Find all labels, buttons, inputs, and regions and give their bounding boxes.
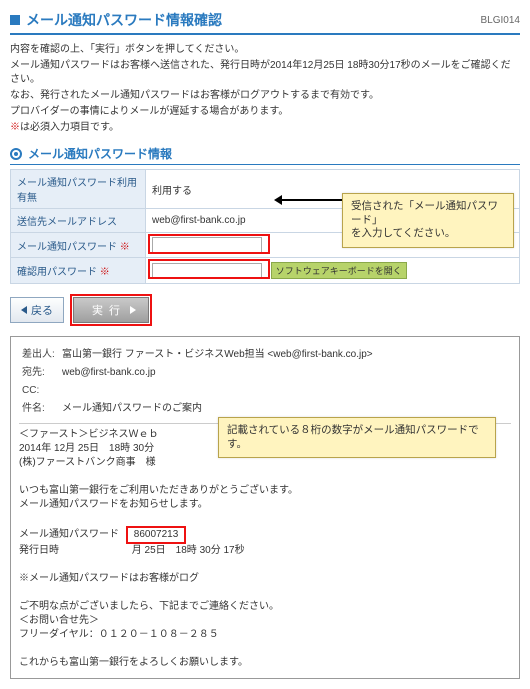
intro-line: は必須入力項目です。	[20, 122, 119, 133]
chevron-left-icon	[21, 306, 27, 314]
required-mark: ※	[100, 267, 110, 278]
arrow-icon	[280, 199, 342, 201]
mail-preview: 差出人:富山第一銀行 ファースト・ビジネスWeb担当 <web@first-ba…	[10, 336, 520, 679]
page-title: メール通知パスワード情報確認	[26, 10, 222, 30]
title-marker-icon	[10, 15, 20, 25]
back-label: 戻る	[31, 302, 53, 318]
callout-input-instruction: 受信された「メール通知パスワード」 を入力してください。	[342, 193, 514, 248]
mail-header: 差出人:富山第一銀行 ファースト・ビジネスWeb担当 <web@first-ba…	[19, 345, 511, 419]
bullet-icon	[10, 148, 22, 160]
intro-line: なお、発行されたメール通知パスワードはお客様がログアウトするまで有効です。	[10, 90, 379, 101]
row-header: メール通知パスワード利用有無	[11, 170, 146, 209]
intro-text: 内容を確認の上、「実行」ボタンを押してください。 メール通知パスワードはお客様へ…	[10, 43, 520, 135]
section-title: メール通知パスワード情報	[28, 145, 172, 162]
back-button[interactable]: 戻る	[10, 297, 64, 323]
mail-pwd-label: メール通知パスワード	[19, 529, 119, 540]
row-header: 送信先メールアドレス	[11, 209, 146, 233]
callout-password-explain: 記載されている８桁の数字がメール通知パスワードです。	[218, 417, 496, 458]
intro-line: プロバイダーの事情によりメールが遅延する場合があります。	[10, 106, 288, 117]
highlight-box: 実行	[70, 294, 152, 326]
mail-password-input[interactable]	[152, 237, 262, 253]
confirm-password-input[interactable]	[152, 263, 262, 279]
intro-line: メール通知パスワードはお客様へ送信された、発行日時が2014年12月25日 18…	[10, 60, 511, 85]
execute-button[interactable]: 実行	[73, 297, 149, 323]
section-header: メール通知パスワード情報	[10, 145, 520, 165]
required-mark: ※	[120, 242, 130, 253]
software-keyboard-button[interactable]: ソフトウェアキーボードを開く	[271, 262, 407, 279]
title-bar: メール通知パスワード情報確認 BLGI014	[10, 10, 520, 35]
mail-pwd-value: 86007213	[126, 526, 187, 544]
row-header: 確認用パスワード ※	[11, 258, 146, 284]
intro-line: 内容を確認の上、「実行」ボタンを押してください。	[10, 44, 244, 55]
chevron-right-icon	[130, 306, 136, 314]
required-mark: ※	[10, 122, 20, 133]
row-header: メール通知パスワード ※	[11, 233, 146, 258]
page-code: BLGI014	[481, 15, 520, 26]
execute-label: 実行	[92, 302, 126, 318]
mail-body: ＜ファースト＞ビジネスＷｅｂ 2014年 12月 25日 18時 30分 (株)…	[19, 428, 511, 670]
